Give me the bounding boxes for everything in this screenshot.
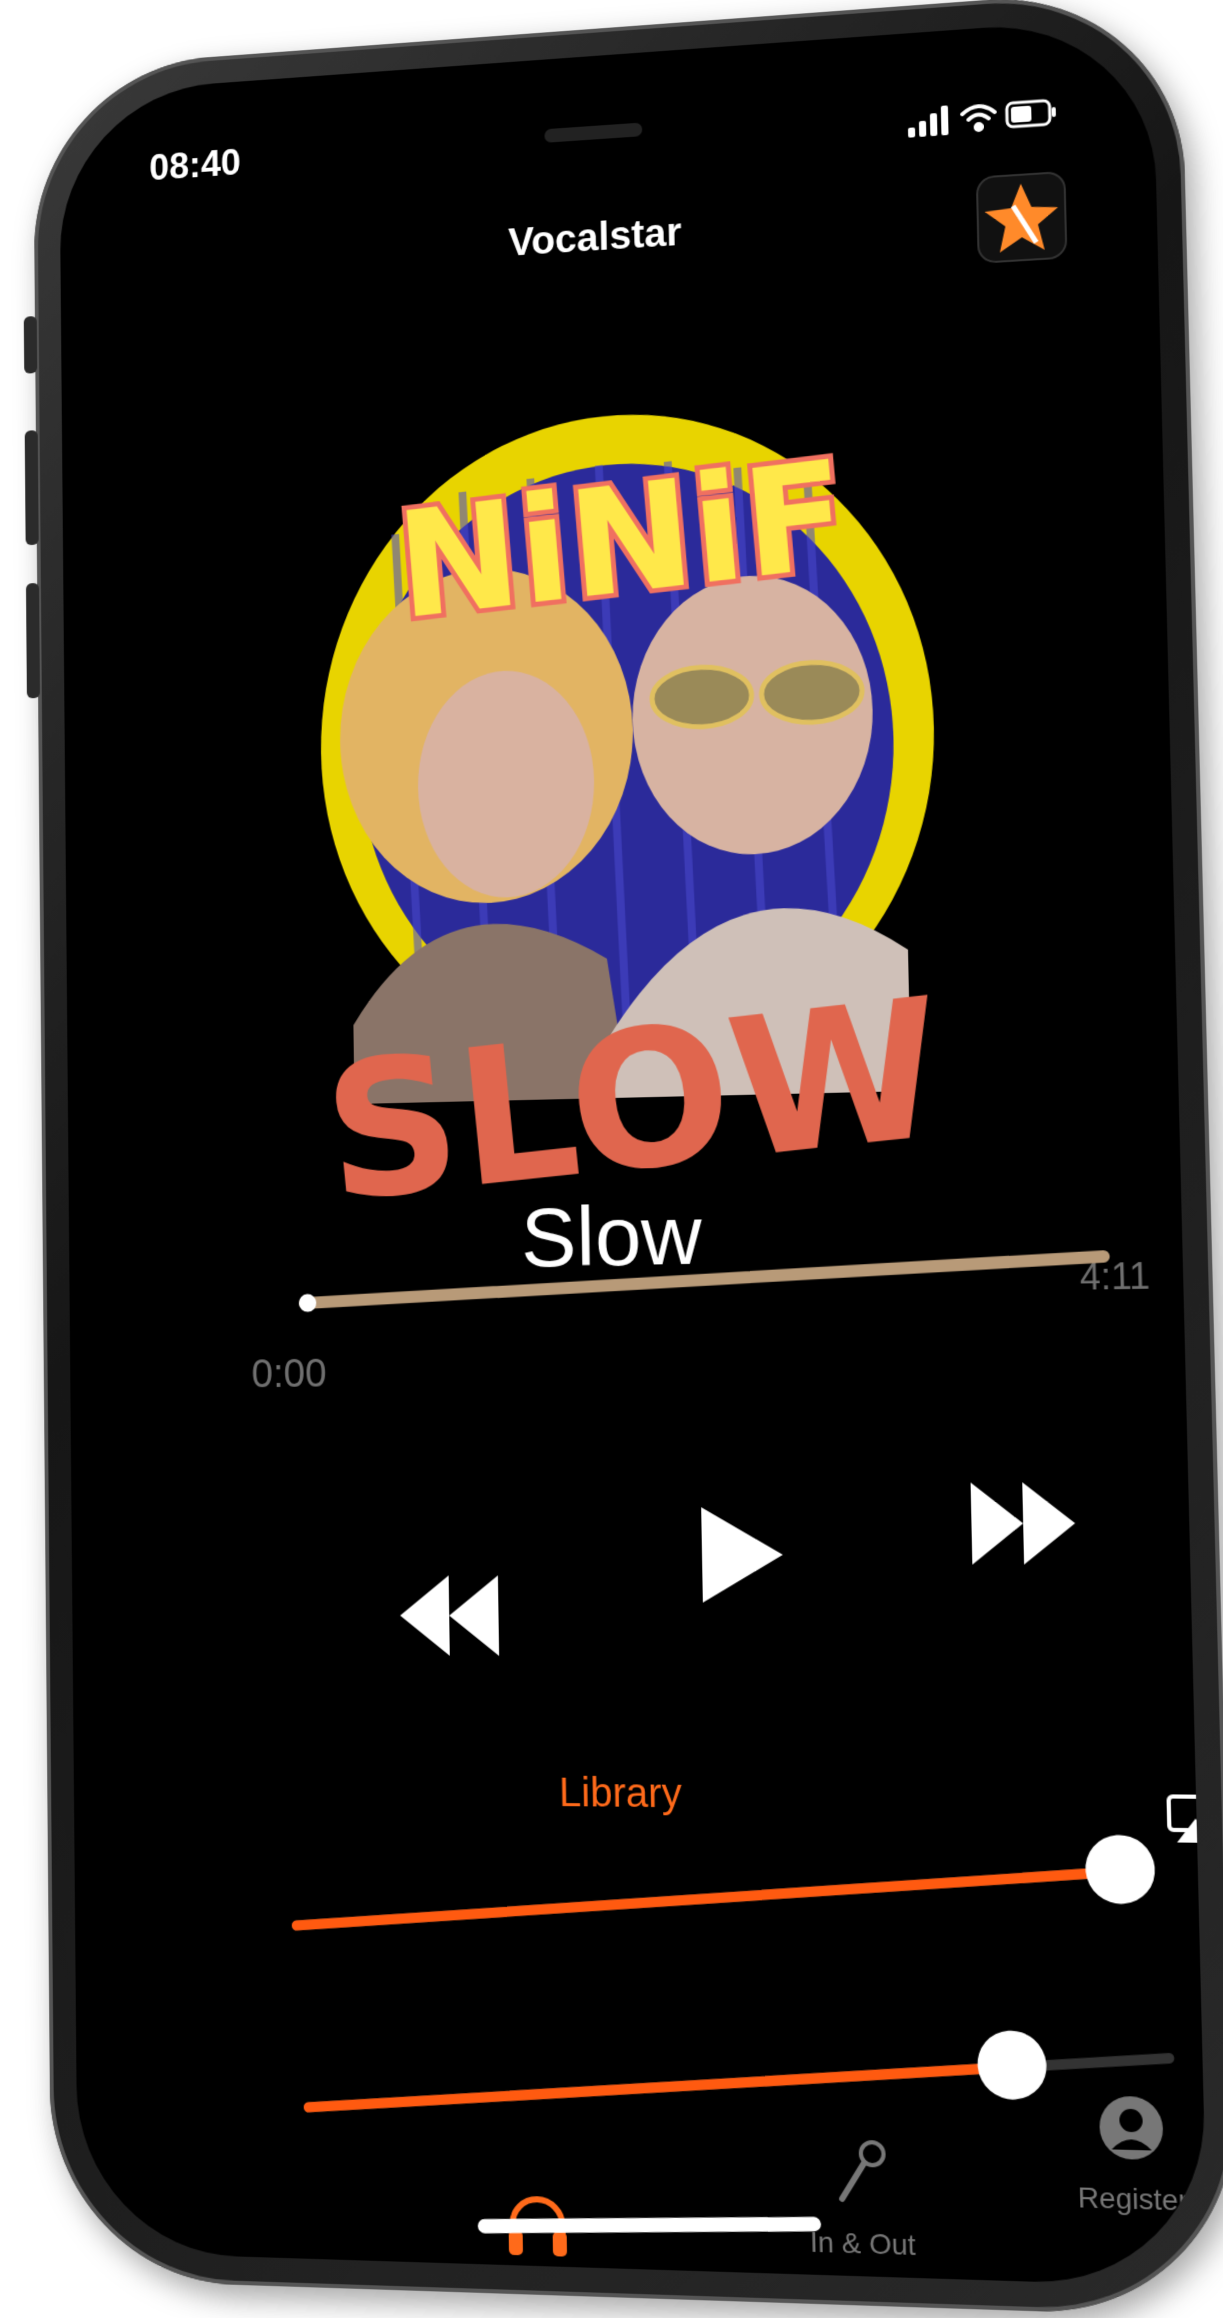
library-link[interactable]: Library [74,1767,1197,1823]
track-title: Slow [520,1187,703,1285]
person-icon [1098,2095,1164,2161]
volume-down-button [25,582,40,699]
microphone-icon[interactable] [1200,1930,1208,1984]
mute-switch [23,315,38,374]
tab-sing[interactable]: Sing [447,2188,630,2287]
phone-frame: 08:40 Vocalstar NiNiF SLOW Slow 4:11 0:0… [23,0,1223,2318]
progress-knob[interactable] [298,1293,317,1313]
battery-icon [1007,100,1056,127]
status-time: 08:40 [149,142,241,189]
notch [426,44,760,111]
album-artwork: NiNiF SLOW [316,398,954,1243]
rewind-icon[interactable] [390,1560,510,1671]
tab-sing-label: Sing [449,2276,630,2287]
airplay-icon[interactable] [1165,1793,1209,1846]
home-indicator[interactable] [476,2216,821,2234]
screen: 08:40 Vocalstar NiNiF SLOW Slow 4:11 0:0… [59,15,1209,2288]
volume-up-button [24,430,39,546]
vocalstar-logo-button[interactable] [975,170,1068,264]
music-volume-slider[interactable] [291,1832,1159,1931]
music-volume-fill [291,1866,1122,1931]
music-volume-knob[interactable] [1082,1832,1159,1907]
status-icons [907,92,1056,142]
tab-register-label: Register [1077,2181,1189,2217]
tab-in-out[interactable]: In & Out [768,2134,956,2263]
tab-bar: Sing In & Out Register [76,2077,1208,2287]
tab-register[interactable]: Register [1036,2089,1208,2219]
signal-icon [907,105,949,138]
play-icon[interactable] [676,1499,799,1611]
wifi-icon [962,105,995,131]
microphone-icon [825,2136,899,2211]
speaker [543,122,642,143]
elapsed-label: 0:00 [251,1351,327,1397]
star-icon [984,181,1060,262]
fast-forward-icon[interactable] [960,1466,1087,1580]
